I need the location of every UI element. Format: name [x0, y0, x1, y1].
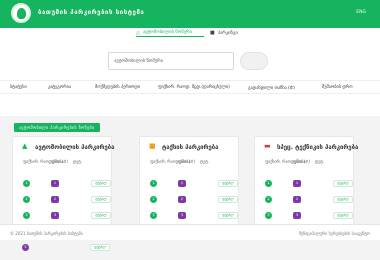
count-dot: 1: [150, 180, 157, 187]
logo[interactable]: [11, 3, 31, 23]
price-badge: 3: [293, 212, 301, 219]
detail-button[interactable]: დეტალ: [91, 196, 111, 203]
nav-item-work-time[interactable]: მუშაობის დრო: [322, 85, 353, 90]
count-dot: 1: [265, 180, 272, 187]
tab-parking[interactable]: ■ პარკინგი: [210, 29, 250, 37]
col-detail: დეტ.: [73, 159, 83, 164]
detail-button[interactable]: დეტალ: [333, 180, 353, 187]
footer: © 2021 ბათუმის პარკირების სისტემა მუნიცი…: [0, 224, 380, 240]
price-badge: 1: [178, 180, 186, 187]
table-row: 2 2 დეტალ: [255, 191, 355, 207]
footer-agency: მუნიციპალური სერვისების სააგენტო: [298, 231, 370, 236]
col-detail: დეტ.: [200, 159, 210, 164]
taxi-icon: ■: [149, 142, 156, 150]
count-dot: 3: [23, 212, 30, 219]
count-dot: 2: [23, 196, 30, 203]
count-dot: 5: [22, 244, 29, 251]
price-badge: 1: [51, 180, 59, 187]
price-badge: 1: [293, 180, 301, 187]
nav-item-period[interactable]: მოქმედების პერიოდი: [95, 85, 140, 90]
nav-item-paid-amount[interactable]: გადახდილი თანხა (₾): [248, 85, 295, 91]
nav-item-category[interactable]: კატეგორია: [48, 85, 71, 90]
count-dot: 3: [265, 212, 272, 219]
detail-button[interactable]: დეტალ: [333, 196, 353, 203]
detail-button[interactable]: დეტალ: [91, 180, 111, 187]
detail-button[interactable]: დეტალ: [218, 180, 238, 187]
col-price: ფასი (₾): [293, 159, 310, 164]
car-icon: △: [136, 29, 140, 36]
detail-button[interactable]: დეტალ: [91, 212, 111, 219]
count-dot: 2: [150, 196, 157, 203]
detail-button[interactable]: დეტალ: [90, 244, 110, 251]
tab-car-number[interactable]: △ ავტომობილის ნომერი: [136, 29, 204, 37]
tab-label: პარკინგი: [217, 30, 238, 36]
nav-item-fixed-count[interactable]: ფიქსირ. რაოდ. მცდ.(დარიცხული): [158, 85, 230, 90]
price-badge: 2: [293, 196, 301, 203]
logo-mark-icon: [17, 8, 26, 19]
bottom-strip: 5 დეტალ: [0, 240, 380, 260]
table-row: 3 3 დეტალ: [13, 207, 113, 223]
nav-bar: სტატუსი კატეგორია მოქმედების პერიოდი ფიქ…: [0, 80, 380, 94]
table-row: 2 2 დეტალ: [140, 191, 240, 207]
top-header: ბათუმის პარკირების სისტემა ENG: [0, 0, 380, 28]
table-row: 1 1 დეტალ: [255, 175, 355, 191]
truck-icon: ▬: [264, 142, 271, 150]
price-badge: 2: [51, 196, 59, 203]
col-detail: დეტ.: [315, 159, 325, 164]
price-badge: 3: [51, 212, 59, 219]
table-row: 3 3 დეტალ: [140, 207, 240, 223]
footer-copyright: © 2021 ბათუმის პარკირების სისტემა: [10, 231, 83, 236]
card-title: სპეც. ტექნიკის პარკირება: [277, 144, 359, 151]
card-title: ავტომობილის პარკირება: [35, 144, 115, 151]
table-row: 1 1 დეტალ: [140, 175, 240, 191]
parking-icon: ■: [210, 30, 215, 36]
detail-button[interactable]: დეტალ: [218, 196, 238, 203]
detail-button[interactable]: დეტალ: [218, 212, 238, 219]
count-dot: 3: [150, 212, 157, 219]
site-title: ბათუმის პარკირების სისტემა: [38, 9, 145, 16]
count-dot: 1: [23, 180, 30, 187]
price-badge: 2: [178, 196, 186, 203]
search-input[interactable]: ავტომობილის ნომერი: [108, 52, 234, 70]
language-switch[interactable]: ENG: [356, 10, 366, 15]
car-icon: ▲: [22, 142, 28, 150]
tab-label: ავტომობილის ნომერი: [142, 30, 192, 35]
count-dot: 2: [265, 196, 272, 203]
col-price: ფასი (₾): [178, 159, 195, 164]
nav-item-status[interactable]: სტატუსი: [10, 85, 27, 90]
search-button[interactable]: [240, 52, 268, 70]
table-row: 1 1 დეტალ: [13, 175, 113, 191]
table-row: 2 2 დეტალ: [13, 191, 113, 207]
table-row: 3 3 დეტალ: [255, 207, 355, 223]
col-price: ფასი (₾): [51, 159, 68, 164]
card-title: ტაქსის პარკირება: [162, 144, 219, 151]
price-badge: 3: [178, 212, 186, 219]
detail-button[interactable]: დეტალ: [333, 212, 353, 219]
section-badge: ავტომობილი პარკირების ზონები: [14, 123, 100, 132]
